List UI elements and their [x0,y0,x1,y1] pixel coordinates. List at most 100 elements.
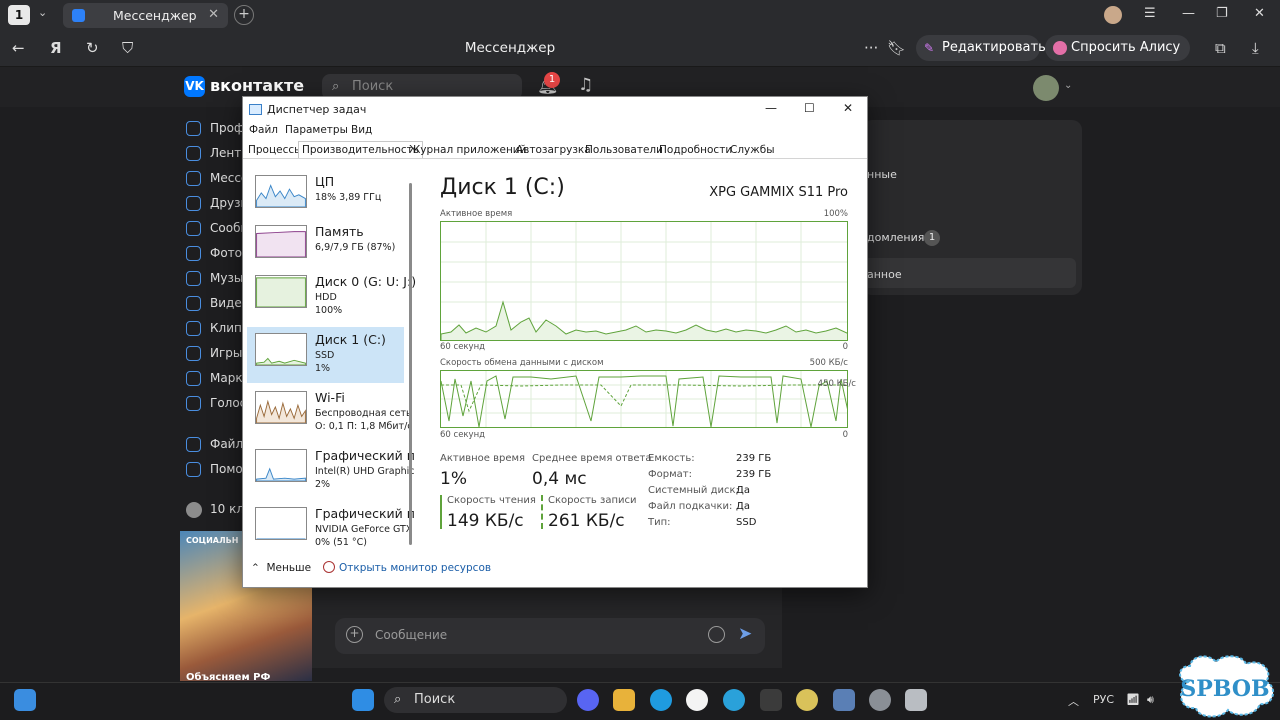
sidebar-item-label: Помо [210,462,243,476]
device-sub2: 2% [315,479,331,490]
tabs-chevron-icon[interactable]: ⌄ [38,6,47,19]
edge-icon[interactable] [650,689,672,711]
graph2-label: Скорость обмена данными с диском [440,358,604,368]
taskbar-search[interactable]: ⌕ Поиск [384,687,567,713]
language-indicator[interactable]: РУС [1093,693,1114,706]
start-windows-icon[interactable] [352,689,374,711]
emoji-icon[interactable] [708,626,725,643]
property-key: Системный диск: [648,485,739,496]
open-resource-monitor-link[interactable]: Открыть монитор ресурсов [339,562,491,574]
tray-chevron-icon[interactable]: ︿ [1068,693,1079,709]
bookmark-icon[interactable]: 🔖︎ [887,39,906,57]
graph2-min: 0 [842,430,848,440]
browser-tab-bar: 1 ⌄ Мессенджер ✕ + ☰ — ❐ ✕ [0,0,1280,30]
minimize-icon[interactable]: — [1182,6,1195,21]
tm-tab[interactable]: Процессы [248,144,302,156]
graph1-time: 60 секунд [440,342,486,352]
widgets-icon[interactable] [14,689,36,711]
graph2-time: 60 секунд [440,430,486,440]
device-sub2: 100% [315,305,343,316]
fewer-details-button[interactable]: ⌃ Меньше [251,562,311,574]
tab-count-badge[interactable]: 1 [8,5,30,25]
right-panel-item[interactable]: анное [867,268,902,281]
tm-tab[interactable]: Автозагрузка [516,144,591,156]
starburst-app-icon[interactable] [760,689,782,711]
device-tile[interactable]: Диск 0 (G: U: J:) HDD 100% [247,269,416,325]
graph2-read-line [441,375,847,427]
telegram-icon[interactable] [723,689,745,711]
attach-plus-icon[interactable]: + [346,626,363,643]
graph1-max: 100% [823,209,848,219]
right-panel-badge: 1 [924,230,940,246]
device-tile[interactable]: Диск 1 (C:) SSD 1% [247,327,404,383]
tm-tab[interactable]: Пользователи [585,144,663,156]
wifi-icon[interactable]: 📶︎ [1126,693,1140,706]
vk-logo-text[interactable]: вконтакте [210,76,304,95]
download-icon[interactable]: ⤓ [1252,39,1259,57]
music-note-icon[interactable]: ♫ [578,75,593,95]
tab-title: Мессенджер [113,8,197,23]
task-manager-window: Диспетчер задач — ☐ ✕ Файл Параметры Вид П… [242,96,868,588]
sidebar-item-icon [186,171,201,186]
vk-logo-icon[interactable]: VK [184,76,205,97]
device-tile[interactable]: Графический п Intel(R) UHD Graphic 2% [247,443,415,499]
app-icon[interactable] [905,689,927,711]
menu-icon[interactable]: ☰ [1144,6,1156,21]
device-tile[interactable]: ЦП 18% 3,89 ГГц [247,169,404,225]
right-panel-item[interactable]: нные [867,168,897,181]
tm-close-icon[interactable]: ✕ [843,101,853,115]
tm-tab[interactable]: Службы [730,144,774,156]
ask-alice-button[interactable]: Спросить Алису AI [1045,35,1190,81]
transfer-rate-graph [440,370,848,428]
tm-menu-item[interactable]: Вид [351,124,372,136]
device-tile[interactable]: Память 6,9/7,9 ГБ (87%) [247,219,404,275]
browser-tab-messenger[interactable]: Мессенджер ✕ [63,3,228,28]
file-explorer-icon[interactable] [613,689,635,711]
profile-icon[interactable] [1104,6,1122,24]
maximize-icon[interactable]: ❐ [1216,6,1228,21]
tm-tab[interactable]: Журнал приложений [409,144,526,156]
user-avatar[interactable] [1033,75,1059,101]
tm-tab[interactable]: Производительность [298,141,423,159]
game-app-icon[interactable] [796,689,818,711]
sidebar-item-label: Фото [210,246,243,260]
edit-button[interactable]: ✎ Редактировать [916,35,1046,61]
device-mini-graph [255,175,307,208]
collections-icon[interactable]: ⧉ [1215,39,1226,57]
device-sub1: 6,9/7,9 ГБ (87%) [315,242,396,253]
device-tile[interactable]: Графический п NVIDIA GeForce GTX 0% (51 °C… [247,501,415,547]
device-tile[interactable]: Wi-Fi Беспроводная сеть О: 0,1 П: 1,8 Мбит… [247,385,413,441]
settings-gear-icon[interactable] [869,689,891,711]
property-value: 239 ГБ [736,453,772,464]
group-avatar[interactable] [186,502,202,518]
property-key: Емкость: [648,453,695,464]
sidebar-item-icon [186,437,201,452]
yandex-browser-icon[interactable] [686,689,708,711]
write-speed-label: Скорость записи [548,495,637,506]
device-list-scrollbar[interactable] [409,183,412,545]
device-sub2: 1% [315,363,331,374]
task-manager-taskbar-icon[interactable] [833,689,855,711]
tm-menu-item[interactable]: Файл [249,124,278,136]
tm-tab[interactable]: Подробности [659,144,732,156]
property-key: Файл подкачки: [648,501,733,512]
device-sub1: Беспроводная сеть [315,408,412,419]
property-value: 239 ГБ [736,469,772,480]
new-tab-plus-icon[interactable]: + [234,5,254,25]
more-dots-icon[interactable]: ··· [864,39,878,57]
right-panel-item[interactable]: домления [867,231,924,244]
device-sub1: NVIDIA GeForce GTX [315,524,413,535]
task-manager-icon [249,104,262,115]
discord-icon[interactable] [577,689,599,711]
volume-icon[interactable]: 🔊︎ [1147,693,1154,707]
close-window-icon[interactable]: ✕ [1254,6,1265,21]
tm-menu-item[interactable]: Параметры [285,124,348,136]
avatar-chevron-icon[interactable]: ⌄ [1064,80,1072,91]
tab-close-icon[interactable]: ✕ [208,7,219,22]
tm-maximize-icon[interactable]: ☐ [804,101,815,115]
send-arrow-icon[interactable]: ➤ [738,624,752,644]
sidebar-item-icon [186,321,201,336]
device-sub1: HDD [315,292,337,303]
device-name: ЦП [315,174,335,189]
tm-minimize-icon[interactable]: — [765,101,777,115]
